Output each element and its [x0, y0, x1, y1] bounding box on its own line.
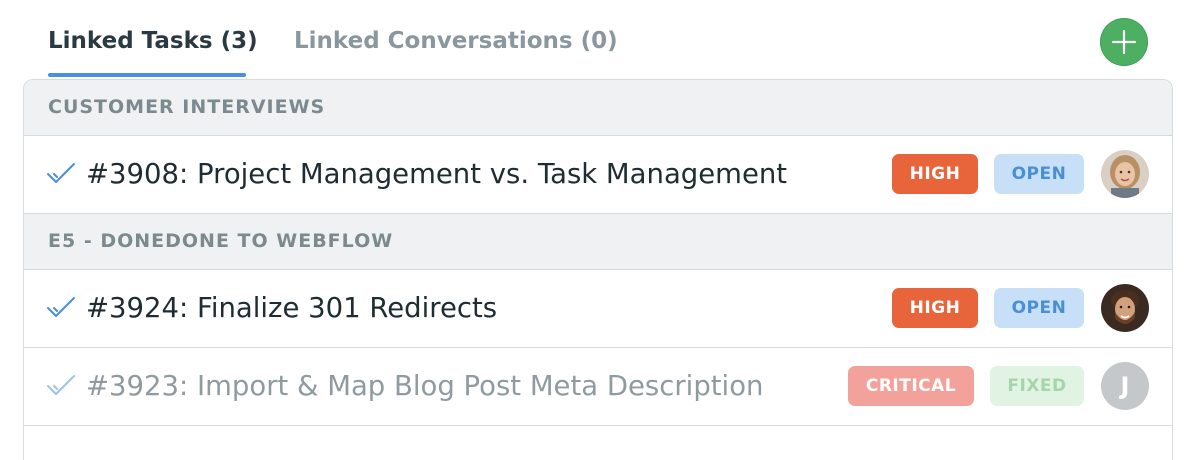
add-link-button[interactable]	[1100, 18, 1148, 66]
tab-linked-tasks[interactable]: Linked Tasks (3)	[48, 26, 258, 56]
status-badge: FIXED	[990, 366, 1084, 406]
linked-tasks-panel: CUSTOMER INTERVIEWS #3908: Project Manag…	[23, 79, 1173, 460]
avatar-photo-woman-icon	[1101, 150, 1149, 198]
group-label: CUSTOMER INTERVIEWS	[48, 96, 326, 118]
check-icon	[47, 375, 75, 395]
priority-badge: HIGH	[892, 288, 978, 328]
assignee-avatar[interactable]: J	[1101, 362, 1149, 410]
status-badge: OPEN	[994, 154, 1084, 194]
group-header: E5 - DONEDONE TO WEBFLOW	[24, 214, 1172, 270]
group-header: CUSTOMER INTERVIEWS	[24, 80, 1172, 136]
active-tab-indicator	[48, 73, 246, 77]
task-row[interactable]: #3923: Import & Map Blog Post Meta Descr…	[24, 348, 1172, 426]
task-row[interactable]: #3924: Finalize 301 Redirects HIGH OPEN	[24, 270, 1172, 348]
priority-badge: HIGH	[892, 154, 978, 194]
check-icon	[47, 163, 75, 183]
plus-icon	[1112, 30, 1136, 54]
assignee-avatar[interactable]	[1101, 284, 1149, 332]
task-row[interactable]: #3908: Project Management vs. Task Manag…	[24, 136, 1172, 214]
priority-badge: CRITICAL	[848, 366, 974, 406]
assignee-avatar[interactable]	[1101, 150, 1149, 198]
check-icon	[47, 297, 75, 317]
task-title[interactable]: #3924: Finalize 301 Redirects	[86, 290, 497, 326]
task-title[interactable]: #3908: Project Management vs. Task Manag…	[86, 156, 787, 192]
tab-linked-conversations[interactable]: Linked Conversations (0)	[294, 26, 618, 56]
group-label: E5 - DONEDONE TO WEBFLOW	[48, 230, 394, 252]
tab-bar: Linked Tasks (3) Linked Conversations (0…	[0, 0, 1196, 80]
task-title[interactable]: #3923: Import & Map Blog Post Meta Descr…	[86, 368, 763, 404]
status-badge: OPEN	[994, 288, 1084, 328]
avatar-photo-man-icon	[1101, 284, 1149, 332]
